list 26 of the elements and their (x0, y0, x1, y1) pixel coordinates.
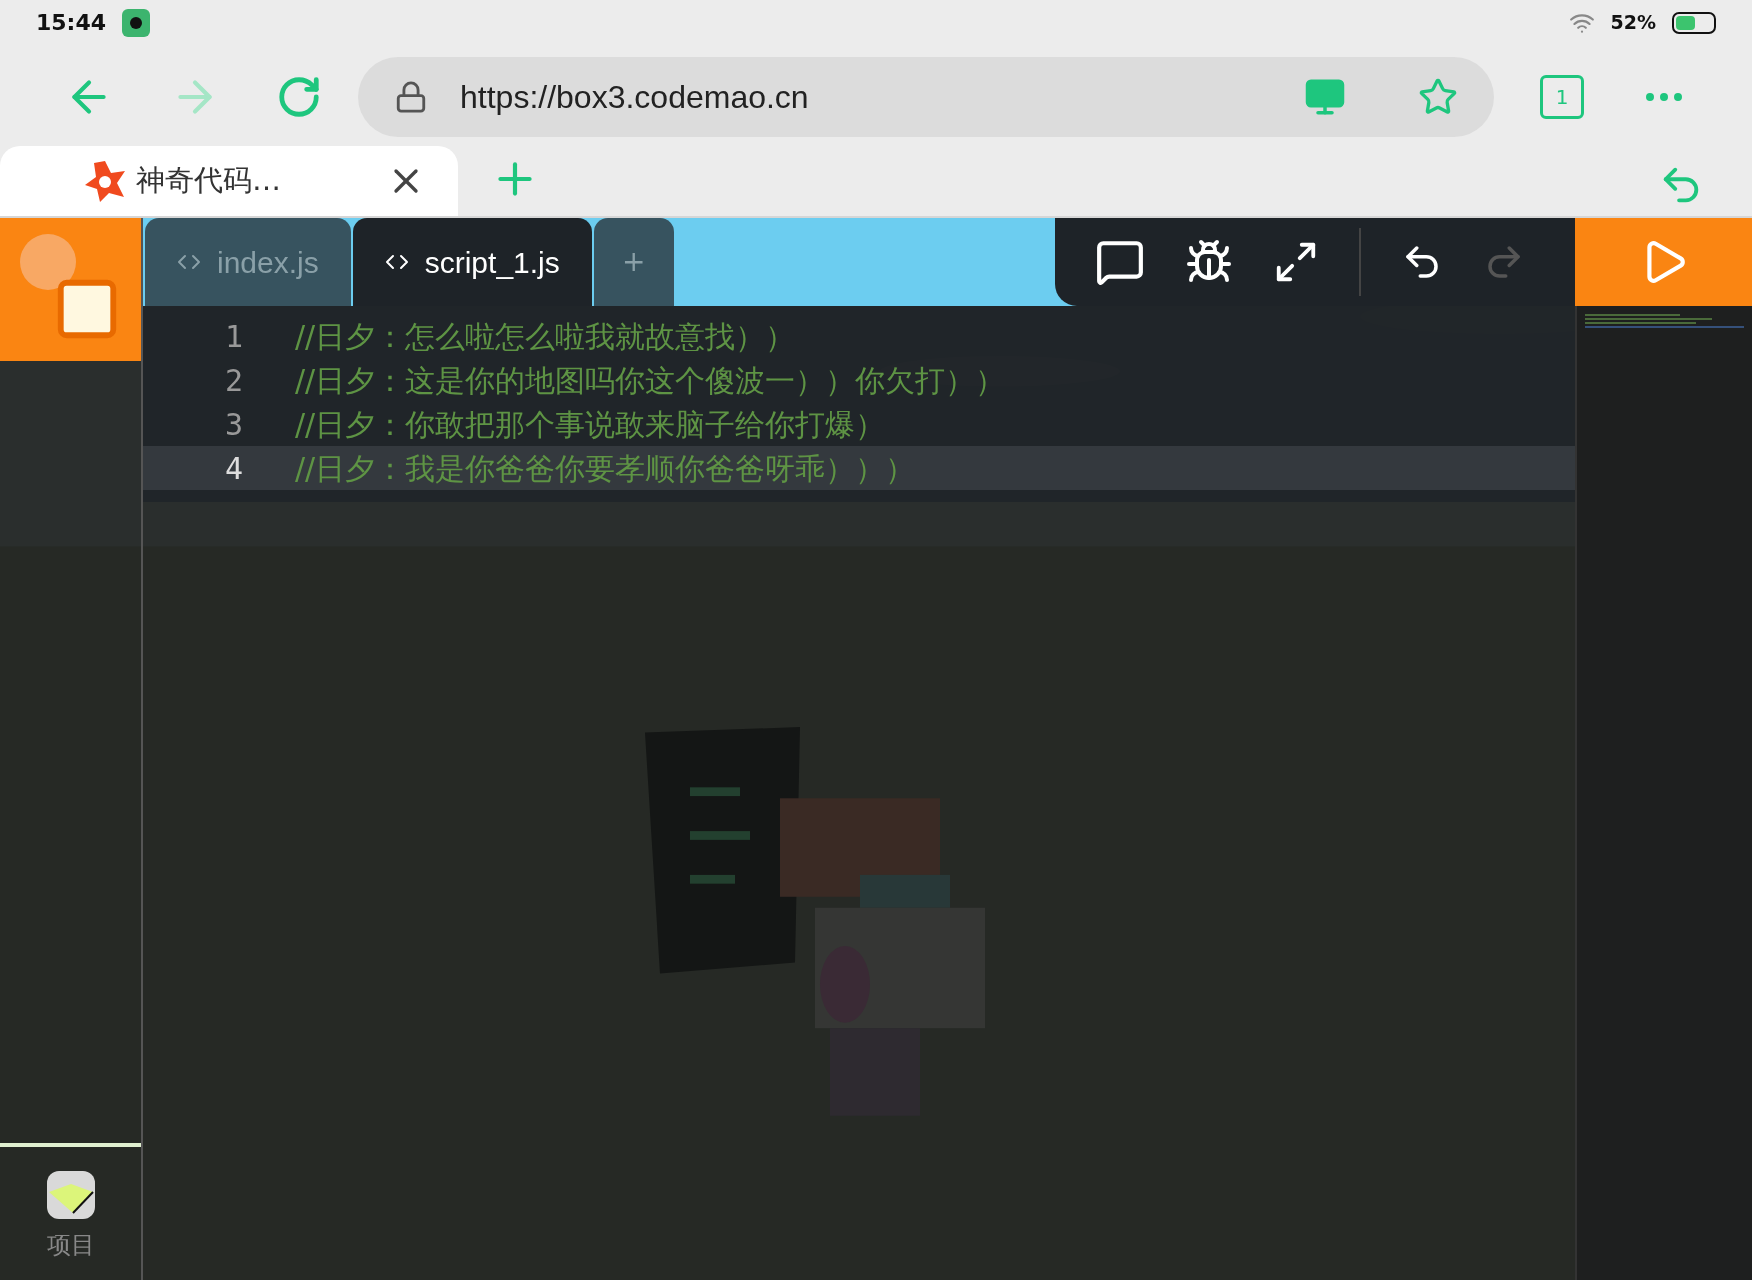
code-comment: //日夕：你敢把那个事说敢来脑子给你打爆） (295, 405, 886, 444)
url-text: https://box3.codemao.cn (460, 77, 810, 117)
file-tab[interactable]: script_1.js (352, 218, 592, 306)
file-tab[interactable]: index.js (145, 218, 351, 306)
line-number: 2 (223, 361, 243, 400)
run-button[interactable] (1575, 218, 1752, 306)
code-comment: //日夕：我是你爸爸你要孝顺你爸爸呀乖））） (295, 449, 916, 488)
project-cube-icon (46, 1171, 95, 1219)
lock-icon (394, 79, 428, 114)
line-number: 3 (223, 405, 243, 444)
code-comment: //日夕：怎么啦怎么啦我就故意找）） (295, 317, 796, 356)
line-number: 1 (223, 317, 243, 356)
browser-tab[interactable]: 神奇代码… (0, 146, 458, 216)
address-bar[interactable]: https://box3.codemao.cn (358, 56, 1494, 137)
line-number: 4 (223, 449, 243, 488)
project-label[interactable]: 项目 (46, 1227, 95, 1263)
battery-icon (1672, 11, 1716, 34)
tab-title: 神奇代码… (136, 162, 282, 200)
status-time: 15:44 (36, 9, 107, 37)
add-file-tab-button[interactable]: + (593, 218, 674, 306)
code-comment: //日夕：这是你的地图吗你这个傻波一））你欠打）） (295, 361, 1006, 400)
battery-percentage: 52% (1610, 10, 1656, 36)
app-notification-icon (122, 8, 151, 37)
script-panel-button[interactable] (0, 218, 141, 361)
logo-icon (20, 234, 76, 290)
bookmark-star-button[interactable] (1418, 76, 1458, 117)
